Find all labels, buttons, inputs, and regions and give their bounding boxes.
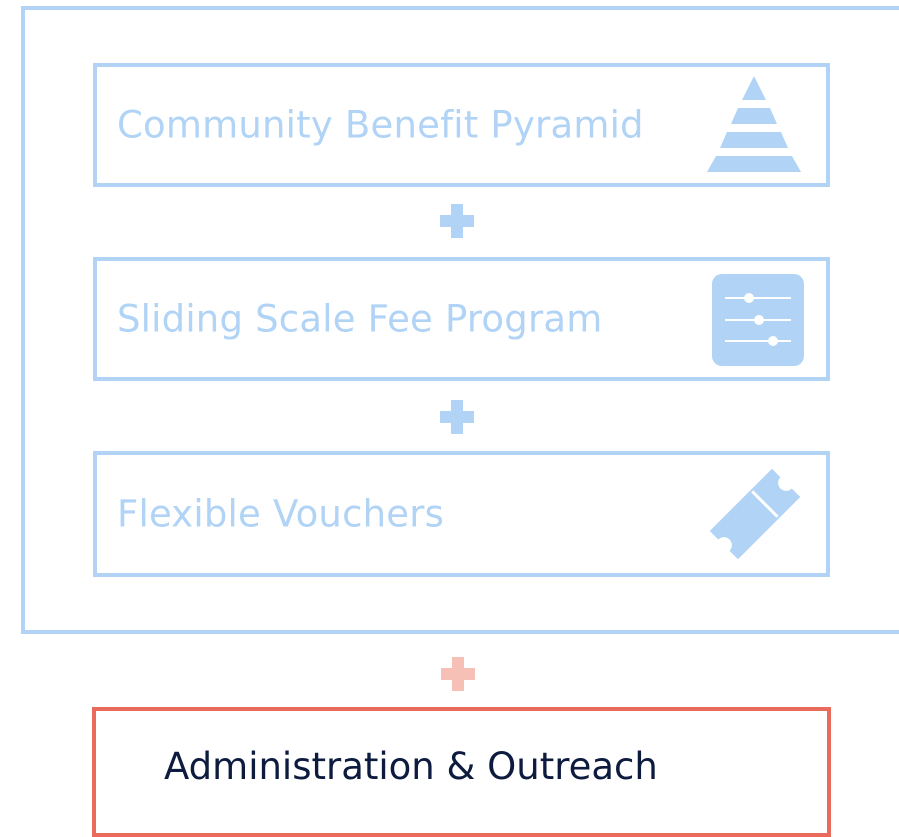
administration-label: Administration & Outreach bbox=[164, 745, 658, 788]
ticket-icon bbox=[709, 468, 801, 560]
pyramid-icon bbox=[707, 76, 801, 172]
administration-outreach-box: Administration & Outreach bbox=[92, 707, 831, 837]
sliders-icon bbox=[712, 274, 804, 366]
plus-icon bbox=[440, 400, 474, 434]
plus-icon bbox=[440, 204, 474, 238]
program-label: Community Benefit Pyramid bbox=[117, 103, 644, 147]
program-label: Flexible Vouchers bbox=[117, 492, 445, 536]
plus-icon bbox=[441, 657, 475, 691]
program-label: Sliding Scale Fee Program bbox=[117, 297, 603, 341]
